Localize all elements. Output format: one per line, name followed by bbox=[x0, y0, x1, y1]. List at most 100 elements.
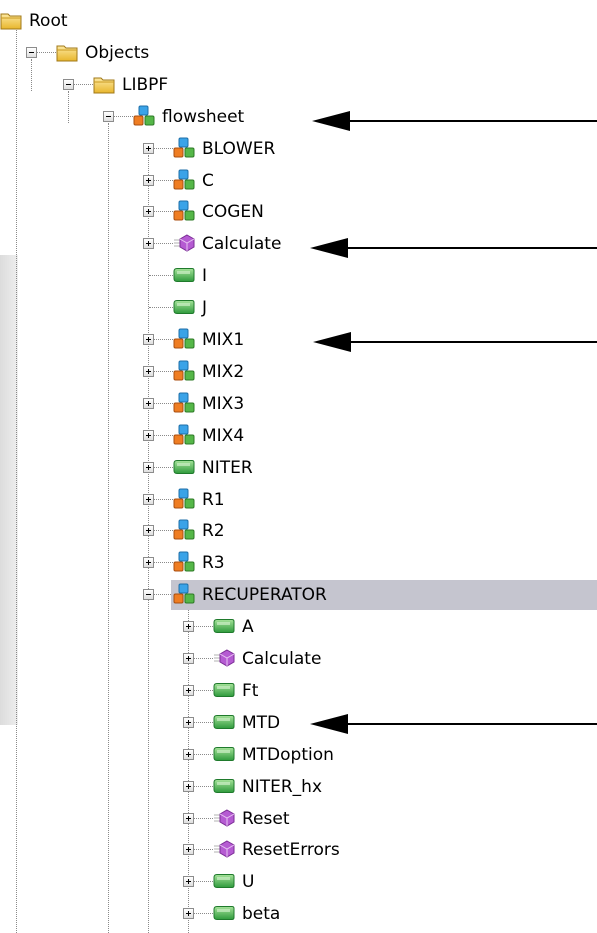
expand-toggle-icon[interactable] bbox=[183, 812, 194, 824]
object-cubes-icon bbox=[173, 488, 195, 510]
tree-connector-line bbox=[149, 275, 173, 277]
tree-node-label: NITER bbox=[202, 457, 253, 478]
method-icon bbox=[213, 807, 235, 829]
tree-node-flowsheet[interactable]: flowsheet bbox=[0, 101, 597, 133]
variable-tag-icon bbox=[213, 679, 235, 701]
tree-node-label: RECUPERATOR bbox=[202, 585, 327, 606]
tree-node-mix4[interactable]: MIX4 bbox=[0, 420, 597, 452]
method-icon bbox=[213, 838, 235, 860]
expand-toggle-icon[interactable] bbox=[143, 174, 154, 186]
tree-node-mix2[interactable]: MIX2 bbox=[0, 356, 597, 388]
tree-node-j[interactable]: J bbox=[0, 292, 597, 324]
tree-node-i[interactable]: I bbox=[0, 260, 597, 292]
tree-node-mix3[interactable]: MIX3 bbox=[0, 388, 597, 420]
variable-tag-icon bbox=[213, 775, 235, 797]
tree-node-label: BLOWER bbox=[202, 138, 276, 159]
annotation-arrow-line bbox=[340, 723, 597, 725]
tree-node-label: NITER_hx bbox=[242, 776, 323, 797]
tree-node-recuperator-reset[interactable]: Reset bbox=[0, 803, 597, 835]
object-cubes-icon bbox=[173, 137, 195, 159]
variable-tag-icon bbox=[173, 456, 195, 478]
tree-node-label: beta bbox=[242, 904, 281, 925]
folder-icon bbox=[0, 9, 22, 31]
expand-toggle-icon[interactable] bbox=[183, 844, 194, 856]
expand-toggle-icon[interactable] bbox=[143, 334, 154, 345]
expand-toggle-icon[interactable] bbox=[143, 397, 154, 409]
expand-toggle-icon[interactable] bbox=[183, 748, 194, 760]
tree-node-niter[interactable]: NITER bbox=[0, 452, 597, 484]
tree-node-label: R1 bbox=[202, 489, 225, 510]
tree-node-recuperator-mtdoption[interactable]: MTDoption bbox=[0, 739, 597, 771]
variable-tag-icon bbox=[213, 615, 235, 637]
tree-node-label: Objects bbox=[85, 42, 150, 63]
expand-toggle-icon[interactable] bbox=[183, 716, 194, 728]
annotation-arrow-head bbox=[312, 111, 350, 131]
tree-node-label: Root bbox=[29, 11, 68, 31]
variable-tag-icon bbox=[213, 743, 235, 765]
tree-node-mix1[interactable]: MIX1 bbox=[0, 324, 597, 356]
tree-node-label: flowsheet bbox=[162, 106, 245, 127]
annotation-arrow-head bbox=[310, 238, 348, 258]
expand-toggle-icon[interactable] bbox=[183, 908, 194, 920]
tree-node-recuperator-a[interactable]: A bbox=[0, 611, 597, 643]
tree-node-label: Calculate bbox=[242, 649, 322, 669]
tree-node-recuperator-niter-hx[interactable]: NITER_hx bbox=[0, 771, 597, 803]
expand-toggle-icon[interactable] bbox=[143, 142, 154, 154]
tree-node-recuperator-u[interactable]: U bbox=[0, 866, 597, 898]
object-cubes-icon bbox=[173, 519, 195, 541]
variable-tag-icon bbox=[173, 264, 195, 286]
tree-node-label: LIBPF bbox=[122, 74, 169, 95]
tree-node-r3[interactable]: R3 bbox=[0, 547, 597, 579]
annotation-arrow-head bbox=[310, 714, 348, 734]
tree-node-label: J bbox=[202, 298, 208, 319]
expand-toggle-icon[interactable] bbox=[143, 493, 154, 505]
annotation-arrow-line bbox=[340, 247, 597, 249]
tree-node-r2[interactable]: R2 bbox=[0, 515, 597, 547]
tree-node-label: R3 bbox=[202, 553, 225, 574]
tree-node-calculate[interactable]: Calculate bbox=[0, 228, 597, 260]
expand-toggle-icon[interactable] bbox=[183, 876, 194, 888]
expand-toggle-icon[interactable] bbox=[143, 429, 154, 441]
collapse-toggle-icon[interactable] bbox=[26, 46, 37, 58]
tree-node-libpf[interactable]: LIBPF bbox=[0, 69, 597, 101]
expand-toggle-icon[interactable] bbox=[183, 684, 194, 696]
tree-node-recuperator-beta[interactable]: beta bbox=[0, 898, 597, 930]
tree-node-recuperator-ft[interactable]: Ft bbox=[0, 675, 597, 707]
expand-toggle-icon[interactable] bbox=[143, 206, 154, 218]
tree-node-label: MIX4 bbox=[202, 425, 245, 446]
object-cubes-icon bbox=[173, 200, 195, 222]
folder-icon bbox=[56, 41, 78, 63]
tree-node-label: U bbox=[242, 872, 255, 893]
tree-node-label: Calculate bbox=[202, 234, 282, 255]
tree-node-label: Ft bbox=[242, 680, 259, 701]
tree-node-blower[interactable]: BLOWER bbox=[0, 133, 597, 165]
tree-node-c[interactable]: C bbox=[0, 165, 597, 197]
expand-toggle-icon[interactable] bbox=[143, 365, 154, 377]
object-cubes-icon bbox=[173, 583, 195, 605]
tree-node-label: COGEN bbox=[202, 202, 264, 223]
variable-tag-icon bbox=[173, 296, 195, 318]
expand-toggle-icon[interactable] bbox=[183, 653, 194, 664]
tree-node-root[interactable]: Root bbox=[0, 5, 597, 37]
annotation-arrow-line bbox=[342, 120, 597, 122]
tree-node-cogen[interactable]: COGEN bbox=[0, 196, 597, 228]
object-tree: Root Objects LIBPF flowsheet BLOWER C CO… bbox=[0, 0, 597, 933]
collapse-toggle-icon[interactable] bbox=[103, 110, 114, 122]
expand-toggle-icon[interactable] bbox=[143, 557, 154, 569]
tree-node-recuperator-calculate[interactable]: Calculate bbox=[0, 643, 597, 675]
object-cubes-icon bbox=[173, 551, 195, 573]
tree-node-objects[interactable]: Objects bbox=[0, 37, 597, 69]
collapse-toggle-icon[interactable] bbox=[143, 589, 154, 601]
method-icon bbox=[173, 232, 195, 254]
expand-toggle-icon[interactable] bbox=[143, 238, 154, 250]
expand-toggle-icon[interactable] bbox=[143, 461, 154, 473]
tree-node-recuperator-reseterrors[interactable]: ResetErrors bbox=[0, 834, 597, 866]
object-cubes-icon bbox=[173, 424, 195, 446]
expand-toggle-icon[interactable] bbox=[143, 525, 154, 537]
tree-node-r1[interactable]: R1 bbox=[0, 484, 597, 516]
expand-toggle-icon[interactable] bbox=[183, 621, 194, 633]
tree-node-recuperator[interactable]: RECUPERATOR bbox=[0, 579, 597, 611]
tree-node-label: MIX3 bbox=[202, 393, 245, 414]
collapse-toggle-icon[interactable] bbox=[63, 78, 74, 90]
expand-toggle-icon[interactable] bbox=[183, 780, 194, 792]
